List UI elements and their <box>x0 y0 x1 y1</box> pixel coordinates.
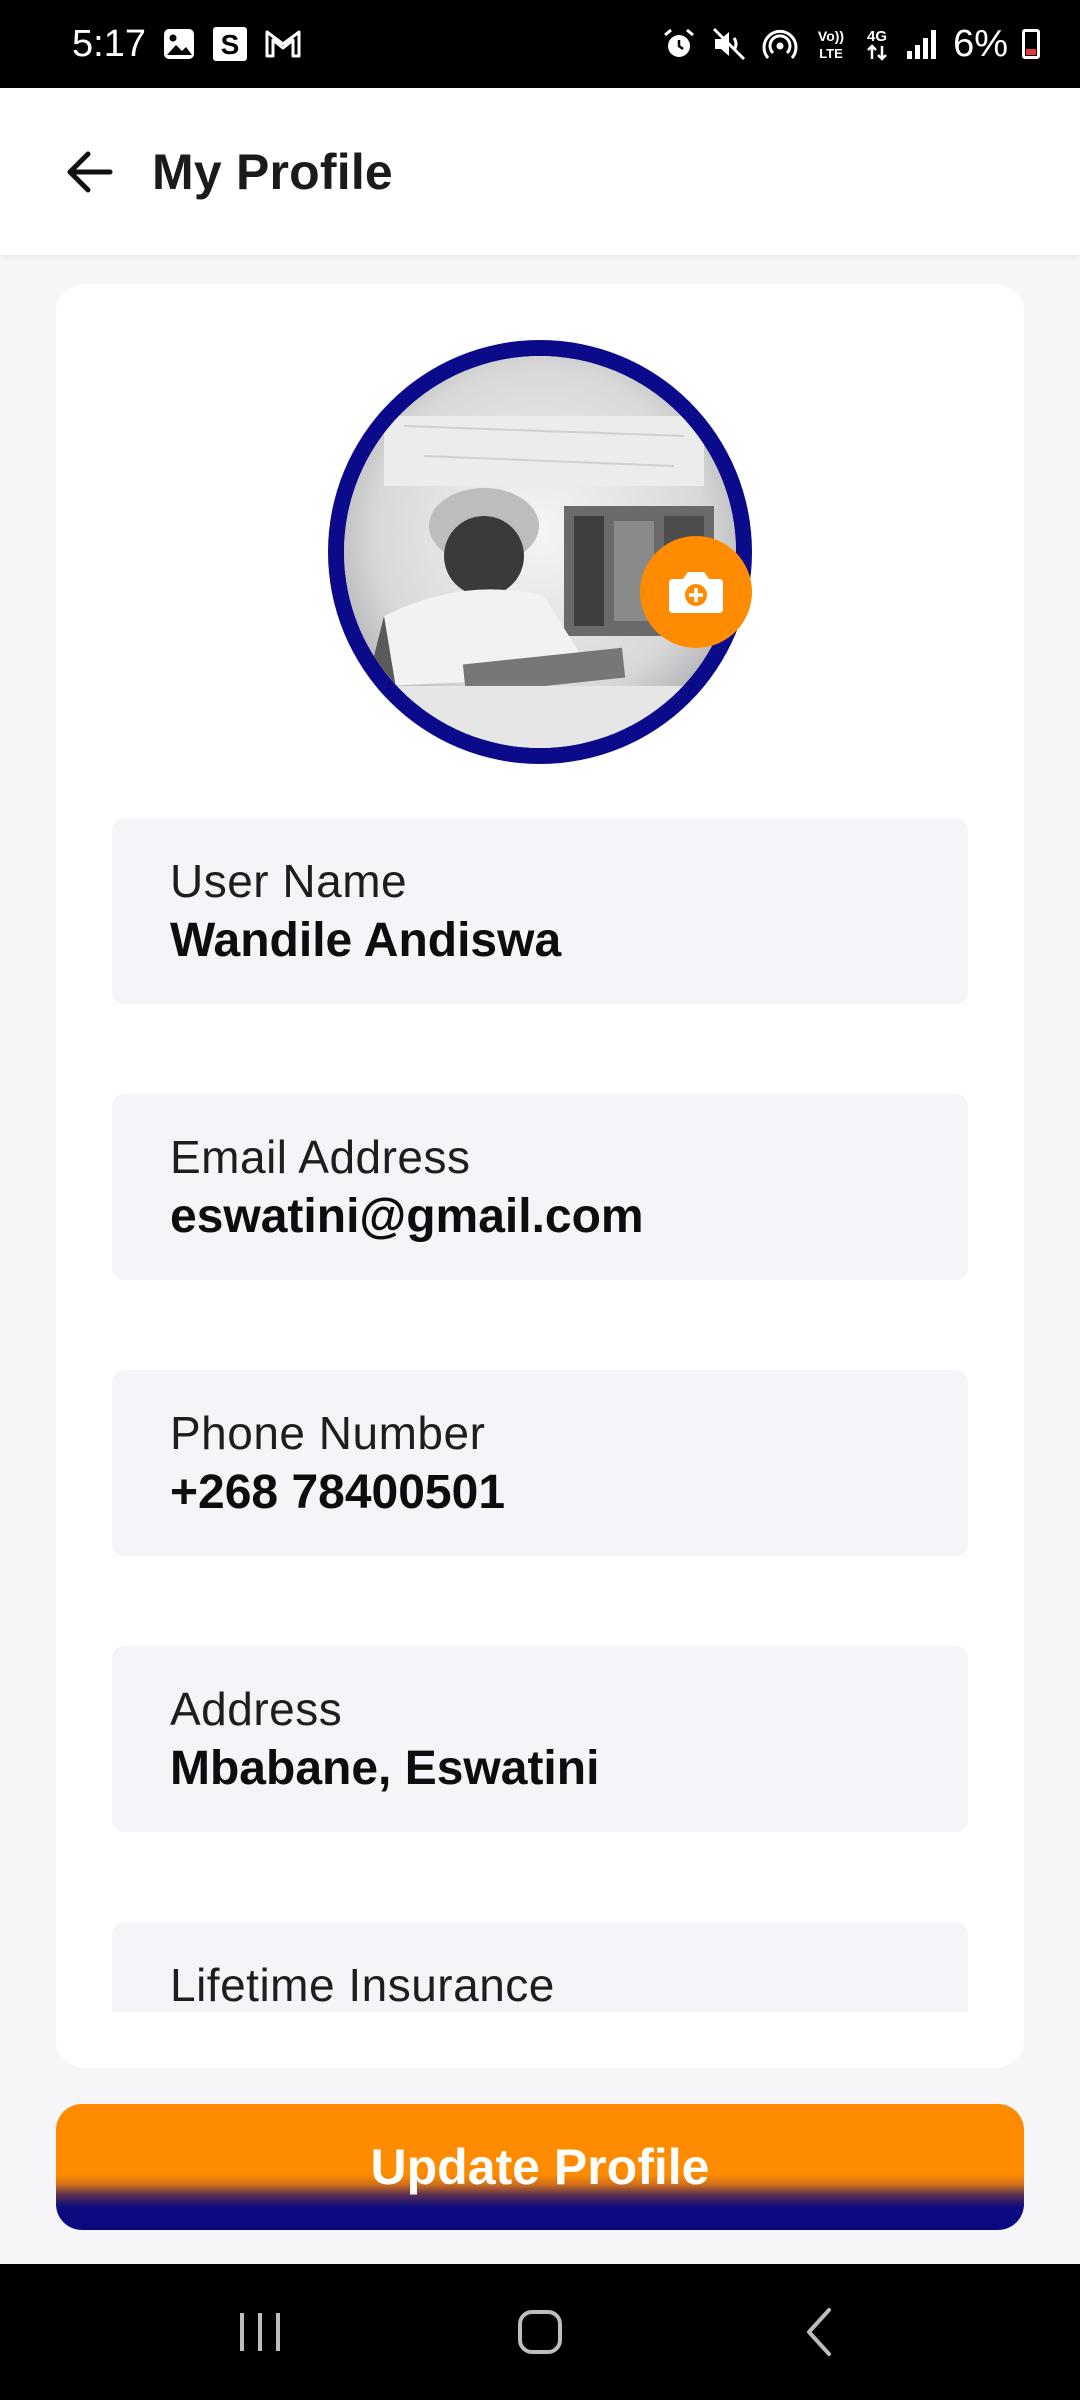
address-label: Address <box>170 1683 343 1735</box>
address-value: Mbabane, Eswatini <box>170 1742 600 1795</box>
back-icon <box>807 2308 831 2356</box>
system-nav-bar <box>0 2264 1080 2400</box>
svg-text:Vo)): Vo)) <box>818 28 844 44</box>
lifetime-insurance-field[interactable]: Lifetime Insurance <box>112 1922 968 2012</box>
arrow-back-icon <box>67 151 113 192</box>
battery-icon <box>1022 29 1040 59</box>
email-label: Email Address <box>170 1131 471 1183</box>
update-profile-button[interactable]: Update Profile <box>56 2104 1024 2230</box>
gmail-icon <box>264 28 302 60</box>
status-time: 5:17 <box>72 22 146 65</box>
4g-icon: 4G <box>863 26 891 62</box>
volte-icon: Vo)) LTE <box>813 26 849 62</box>
recent-apps-button[interactable] <box>200 2282 320 2382</box>
svg-text:4G: 4G <box>867 28 887 45</box>
home-icon <box>518 2310 562 2354</box>
update-profile-label: Update Profile <box>370 2139 710 2195</box>
profile-screen: 5:17 S Vo)) LTE 4G 6% My Profile User Na… <box>0 0 1080 2400</box>
signal-icon <box>905 27 939 61</box>
user-name-value: Wandile Andiswa <box>170 914 562 967</box>
lifetime-insurance-label: Lifetime Insurance <box>170 1959 555 2011</box>
home-button[interactable] <box>480 2282 600 2382</box>
status-right: Vo)) LTE 4G 6% <box>661 23 1040 66</box>
change-photo-button[interactable] <box>640 536 752 648</box>
avatar-container <box>328 340 752 764</box>
email-value: eswatini@gmail.com <box>170 1190 644 1243</box>
battery-percent: 6% <box>953 22 1008 65</box>
profile-card: User Name Wandile Andiswa Email Address … <box>56 284 1024 2068</box>
app-bar: My Profile <box>0 88 1080 256</box>
gallery-icon <box>162 27 196 61</box>
user-name-field[interactable]: User Name Wandile Andiswa <box>112 818 968 1004</box>
s-app-icon: S <box>212 26 248 62</box>
user-name-label: User Name <box>170 855 408 907</box>
email-field[interactable]: Email Address eswatini@gmail.com <box>112 1094 968 1280</box>
status-left: 5:17 S <box>72 23 302 66</box>
svg-text:S: S <box>221 29 240 60</box>
hotspot-icon <box>761 26 799 62</box>
status-bar: 5:17 S Vo)) LTE 4G 6% <box>0 0 1080 88</box>
alarm-icon <box>661 26 697 62</box>
phone-value: +268 78400501 <box>170 1466 506 1519</box>
svg-text:LTE: LTE <box>819 46 843 61</box>
phone-field[interactable]: Phone Number +268 78400501 <box>112 1370 968 1556</box>
mute-icon <box>711 26 747 62</box>
page-title: My Profile <box>152 143 393 200</box>
address-field[interactable]: Address Mbabane, Eswatini <box>112 1646 968 1832</box>
camera-icon <box>669 572 723 613</box>
phone-label: Phone Number <box>170 1407 486 1459</box>
back-button[interactable] <box>40 122 140 222</box>
recent-apps-icon <box>240 2313 280 2351</box>
system-back-button[interactable] <box>760 2282 880 2382</box>
